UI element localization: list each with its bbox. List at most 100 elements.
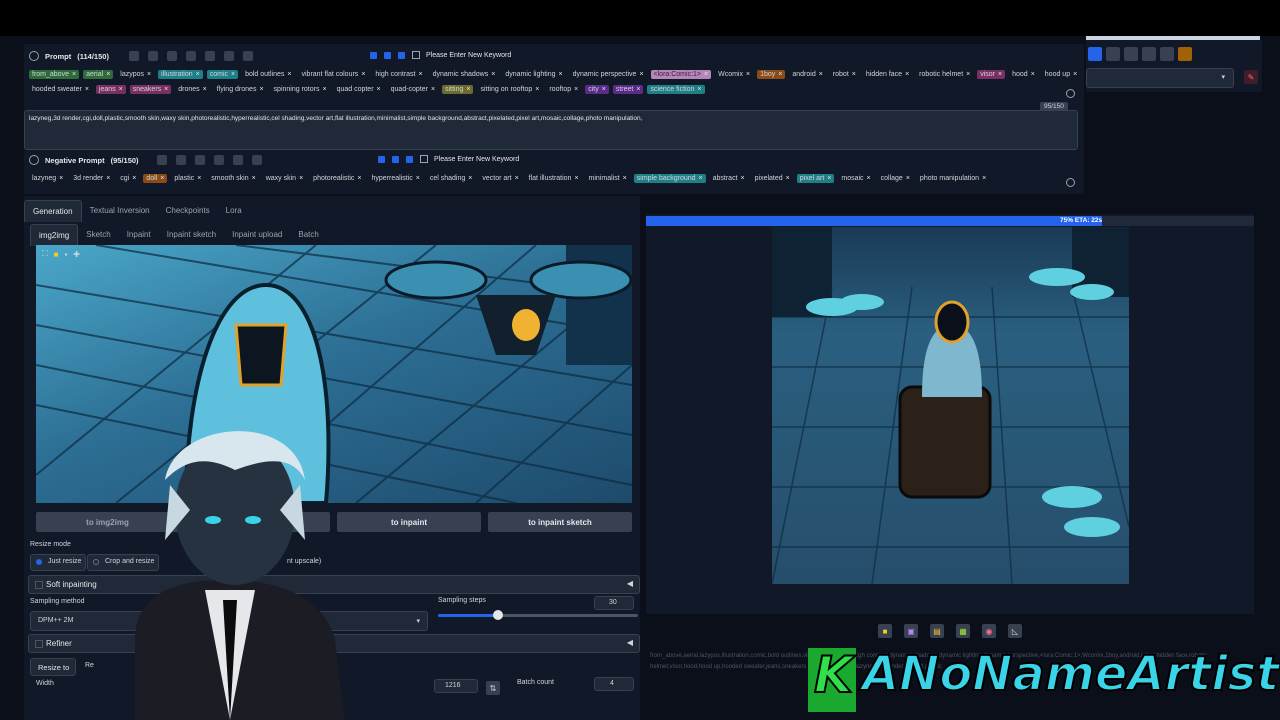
save-icon[interactable]: ▣ bbox=[904, 624, 918, 638]
history-icon[interactable] bbox=[232, 155, 243, 165]
scroll-up-icon[interactable] bbox=[1066, 178, 1075, 187]
trash-icon[interactable] bbox=[251, 155, 262, 165]
keyword-tag[interactable]: comic × bbox=[206, 70, 239, 79]
keyword-tag[interactable]: mosaic × bbox=[838, 174, 873, 183]
close-icon[interactable]: × bbox=[59, 175, 63, 182]
close-icon[interactable]: × bbox=[559, 71, 563, 78]
palette-icon[interactable]: ◉ bbox=[982, 624, 996, 638]
keyword-tag[interactable]: from_above × bbox=[29, 70, 80, 79]
close-icon[interactable]: × bbox=[259, 86, 263, 93]
close-icon[interactable]: × bbox=[377, 86, 381, 93]
trash-icon[interactable]: ▪ bbox=[64, 250, 67, 259]
close-icon[interactable]: × bbox=[203, 86, 207, 93]
close-icon[interactable]: × bbox=[132, 175, 136, 182]
collapse-icon[interactable] bbox=[29, 155, 39, 165]
close-icon[interactable]: × bbox=[231, 71, 235, 78]
keyword-tag[interactable]: pixelated × bbox=[752, 174, 793, 183]
keyword-tag[interactable]: rooftop × bbox=[546, 85, 581, 94]
style-dropdown[interactable]: ▾ bbox=[1086, 68, 1234, 88]
keyword-tag[interactable]: quad-copter × bbox=[388, 85, 438, 94]
close-icon[interactable]: × bbox=[160, 175, 164, 182]
close-icon[interactable]: × bbox=[741, 175, 745, 182]
tab-lora[interactable]: Lora bbox=[218, 200, 250, 222]
close-icon[interactable]: × bbox=[491, 71, 495, 78]
folder-icon[interactable]: ■ bbox=[54, 250, 59, 259]
keyword-tag[interactable]: flying drones × bbox=[214, 85, 267, 94]
keyword-tag[interactable]: aerial × bbox=[83, 70, 114, 79]
keyword-tag[interactable]: minimalist × bbox=[586, 174, 630, 183]
keyword-tag[interactable]: dynamic lighting × bbox=[502, 70, 565, 79]
copy-icon[interactable] bbox=[194, 155, 205, 165]
tab-resize-to[interactable]: Resize to bbox=[30, 658, 76, 676]
keyword-tag[interactable]: collage × bbox=[878, 174, 913, 183]
close-icon[interactable]: × bbox=[361, 71, 365, 78]
close-icon[interactable]: × bbox=[299, 175, 303, 182]
keyword-tag[interactable]: dynamic perspective × bbox=[570, 70, 647, 79]
close-icon[interactable]: × bbox=[72, 71, 76, 78]
keyword-tag[interactable]: visor × bbox=[977, 70, 1006, 79]
keyword-input[interactable]: Please Enter New Keyword bbox=[426, 52, 511, 59]
tab-resize-by[interactable]: Re bbox=[85, 662, 94, 669]
paste-icon[interactable] bbox=[213, 155, 224, 165]
close-icon[interactable]: × bbox=[466, 86, 470, 93]
checkbox-icon[interactable] bbox=[35, 640, 43, 648]
close-icon[interactable]: × bbox=[287, 71, 291, 78]
close-icon[interactable]: × bbox=[699, 175, 703, 182]
keyword-tag[interactable]: photo manipulation × bbox=[917, 174, 989, 183]
close-icon[interactable]: × bbox=[515, 175, 519, 182]
keyword-tag[interactable]: lazyneg × bbox=[29, 174, 66, 183]
square-icon[interactable] bbox=[1106, 47, 1120, 61]
paste-icon[interactable] bbox=[185, 51, 196, 61]
keyword-tag[interactable]: sitting × bbox=[442, 85, 474, 94]
close-icon[interactable]: × bbox=[252, 175, 256, 182]
output-image[interactable] bbox=[772, 227, 1129, 584]
keyword-tag[interactable]: jeans × bbox=[95, 85, 126, 94]
keyword-tag[interactable]: city × bbox=[585, 85, 609, 94]
close-icon[interactable]: × bbox=[966, 71, 970, 78]
tab-generation[interactable]: Generation bbox=[24, 200, 82, 222]
resize-option-just-resize[interactable]: Just resize bbox=[30, 554, 86, 571]
tab-inpaint-sketch[interactable]: Inpaint sketch bbox=[159, 224, 224, 246]
keyword-tag[interactable]: illustration × bbox=[158, 70, 203, 79]
slider-thumb[interactable] bbox=[493, 610, 503, 620]
tab-batch[interactable]: Batch bbox=[290, 224, 326, 246]
sampling-steps-slider[interactable] bbox=[438, 610, 638, 620]
keyword-tag[interactable]: hooded sweater × bbox=[29, 85, 92, 94]
image-icon[interactable]: ▦ bbox=[956, 624, 970, 638]
close-icon[interactable]: × bbox=[85, 86, 89, 93]
cube-icon[interactable] bbox=[1178, 47, 1192, 61]
keyword-tag[interactable]: 3d render × bbox=[70, 174, 113, 183]
keyword-tag[interactable]: 1boy × bbox=[757, 70, 786, 79]
close-icon[interactable]: × bbox=[639, 71, 643, 78]
checkbox-icon[interactable] bbox=[1088, 47, 1102, 61]
close-icon[interactable]: × bbox=[535, 86, 539, 93]
keyword-tag[interactable]: robot × bbox=[830, 70, 859, 79]
negative-keyword-input[interactable]: Please Enter New Keyword bbox=[434, 156, 519, 163]
keyword-tag[interactable]: hood up × bbox=[1042, 70, 1080, 79]
close-icon[interactable]: × bbox=[196, 71, 200, 78]
folder-icon[interactable]: ■ bbox=[878, 624, 892, 638]
keyword-tag[interactable]: sneakers × bbox=[129, 85, 172, 94]
close-icon[interactable]: × bbox=[998, 71, 1002, 78]
keyword-tag[interactable]: cgi × bbox=[117, 174, 139, 183]
close-icon[interactable]: × bbox=[416, 175, 420, 182]
close-icon[interactable]: × bbox=[1073, 71, 1077, 78]
close-icon[interactable]: × bbox=[636, 86, 640, 93]
sampling-steps-input[interactable]: 30 bbox=[594, 596, 634, 610]
keyword-tag[interactable]: waxy skin × bbox=[263, 174, 306, 183]
prompt-textarea[interactable]: lazyneg,3d render,cgi,doll,plastic,smoot… bbox=[24, 110, 1078, 150]
close-icon[interactable]: × bbox=[1031, 71, 1035, 78]
prompt-keyword-entry[interactable]: Please Enter New Keyword bbox=[370, 51, 511, 59]
gear-icon[interactable] bbox=[156, 155, 167, 165]
to-inpaint-sketch-button[interactable]: to inpaint sketch bbox=[488, 512, 632, 532]
close-icon[interactable]: × bbox=[827, 175, 831, 182]
swap-dimensions-icon[interactable]: ⇅ bbox=[486, 681, 500, 695]
history-icon[interactable] bbox=[223, 51, 234, 61]
close-icon[interactable]: × bbox=[574, 86, 578, 93]
close-icon[interactable]: × bbox=[574, 175, 578, 182]
keyword-tag[interactable]: hood × bbox=[1009, 70, 1038, 79]
tab-sketch[interactable]: Sketch bbox=[78, 224, 118, 246]
close-icon[interactable]: × bbox=[419, 71, 423, 78]
close-icon[interactable]: × bbox=[786, 175, 790, 182]
keyword-tag[interactable]: hyperrealistic × bbox=[369, 174, 423, 183]
